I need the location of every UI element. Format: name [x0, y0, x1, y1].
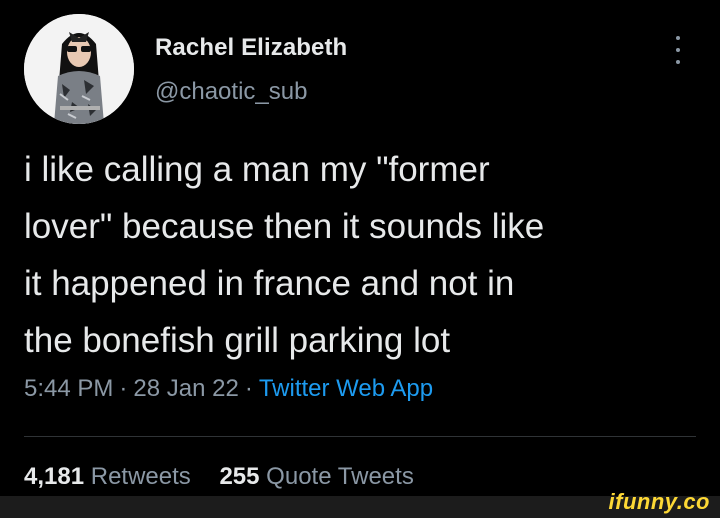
quote-tweets-label: Quote Tweets: [266, 463, 414, 490]
author-display-name[interactable]: Rachel Elizabeth: [155, 34, 347, 62]
meta-separator: ·: [119, 375, 128, 402]
tweet-text-line: i like calling a man my "former: [24, 150, 490, 189]
tweet-text-line: lover" because then it sounds like: [24, 207, 545, 246]
divider: [24, 436, 696, 437]
retweets-count: 4,181: [24, 463, 85, 490]
meta-separator: ·: [244, 375, 253, 402]
retweets-stat[interactable]: 4,181 Retweets: [24, 463, 191, 491]
tweet-source-link[interactable]: Twitter Web App: [259, 375, 433, 402]
more-dot: [676, 60, 680, 64]
quote-tweets-stat[interactable]: 255 Quote Tweets: [219, 463, 413, 491]
tweet-text-line: it happened in france and not in: [24, 264, 515, 303]
tweet-detail: Rachel Elizabeth @chaotic_sub i like cal…: [0, 0, 720, 518]
avatar[interactable]: [24, 14, 134, 124]
author-handle[interactable]: @chaotic_sub: [155, 78, 307, 106]
tweet-text-line: the bonefish grill parking lot: [24, 321, 451, 360]
avatar-image: [24, 14, 134, 124]
tweet-text: i like calling a man my "former lover" b…: [24, 141, 704, 369]
more-dot: [676, 36, 680, 40]
tweet-meta: 5:44 PM · 28 Jan 22 · Twitter Web App: [24, 375, 433, 403]
tweet-time[interactable]: 5:44 PM: [24, 375, 113, 402]
watermark-logo: ifunny.co: [608, 489, 710, 514]
retweets-label: Retweets: [90, 463, 191, 490]
more-vertical-icon[interactable]: [668, 34, 688, 66]
tweet-stats: 4,181 Retweets 255 Quote Tweets: [24, 463, 436, 491]
quote-tweets-count: 255: [219, 463, 260, 490]
tweet-date[interactable]: 28 Jan 22: [133, 375, 238, 402]
more-dot: [676, 48, 680, 52]
